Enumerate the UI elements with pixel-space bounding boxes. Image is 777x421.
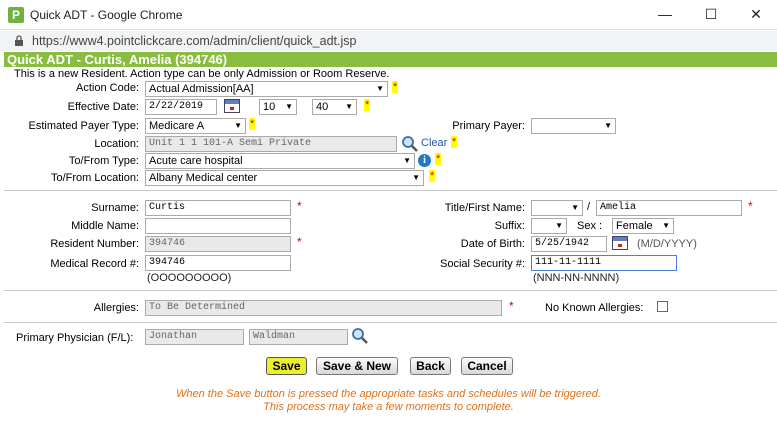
chevron-down-icon: ▼ bbox=[285, 102, 293, 111]
required-marker: * bbox=[364, 99, 371, 111]
chevron-down-icon: ▼ bbox=[662, 221, 670, 230]
chevron-down-icon: ▼ bbox=[403, 156, 411, 165]
to-from-location-label: To/From Location: bbox=[50, 172, 139, 184]
name-separator: / bbox=[587, 201, 591, 213]
payer-type-select[interactable]: Medicare A ▼ bbox=[145, 118, 246, 134]
section-divider bbox=[4, 290, 777, 291]
to-from-type-value: Acute care hospital bbox=[149, 155, 243, 167]
physician-first-name-input: Jonathan bbox=[145, 329, 244, 345]
required-marker: * bbox=[435, 153, 442, 165]
to-from-location-select[interactable]: Albany Medical center ▼ bbox=[145, 170, 424, 186]
save-notice-line-2: This process may take a few moments to c… bbox=[263, 401, 514, 413]
payer-type-value: Medicare A bbox=[149, 120, 205, 132]
location-input: Unit 1 1 101-A Semi Private bbox=[145, 136, 397, 152]
close-icon[interactable]: ✕ bbox=[746, 4, 766, 24]
ssn-format-hint: (NNN-NN-NNNN) bbox=[533, 272, 620, 284]
app-icon: P bbox=[8, 7, 24, 23]
physician-last-name-input: Waldman bbox=[249, 329, 348, 345]
to-from-type-select[interactable]: Acute care hospital ▼ bbox=[145, 153, 415, 169]
required-marker: * bbox=[451, 136, 458, 148]
section-divider bbox=[4, 190, 777, 191]
resident-notice: This is a new Resident. Action type can … bbox=[14, 68, 390, 80]
chevron-down-icon: ▼ bbox=[376, 84, 384, 93]
save-and-new-button[interactable]: Save & New bbox=[316, 357, 398, 375]
no-known-allergies-checkbox[interactable] bbox=[657, 301, 668, 312]
page-title: Quick ADT - Curtis, Amelia (394746) bbox=[4, 52, 777, 67]
no-known-allergies-label: No Known Allergies: bbox=[545, 302, 644, 314]
save-button[interactable]: Save bbox=[266, 357, 307, 375]
action-code-select[interactable]: Actual Admission[AA] ▼ bbox=[145, 81, 388, 97]
url-text[interactable]: https://www4.pointclickcare.com/admin/cl… bbox=[32, 34, 356, 48]
medical-record-format-hint: (OOOOOOOOO) bbox=[147, 272, 232, 284]
chevron-down-icon: ▼ bbox=[412, 173, 420, 182]
allergies-input: To Be Determined bbox=[145, 300, 502, 316]
ssn-label: Social Security #: bbox=[440, 258, 525, 270]
chevron-down-icon: ▼ bbox=[234, 121, 242, 130]
sex-label: Sex : bbox=[577, 220, 603, 232]
effective-date-input[interactable]: 2/22/2019 bbox=[145, 99, 217, 115]
dob-input[interactable]: 5/25/1942 bbox=[531, 236, 607, 252]
lock-icon bbox=[15, 35, 23, 46]
effective-minute-value: 40 bbox=[316, 101, 329, 113]
effective-minute-select[interactable]: 40 ▼ bbox=[312, 99, 357, 115]
maximize-icon[interactable]: ☐ bbox=[701, 4, 721, 24]
middle-name-label: Middle Name: bbox=[71, 220, 139, 232]
calendar-icon[interactable] bbox=[224, 99, 240, 113]
medical-record-input[interactable]: 394746 bbox=[145, 255, 291, 271]
title-select[interactable]: ▼ bbox=[531, 200, 583, 216]
resident-number-input: 394746 bbox=[145, 236, 291, 252]
required-marker: * bbox=[509, 299, 514, 313]
suffix-select[interactable]: ▼ bbox=[531, 218, 567, 234]
required-marker: * bbox=[429, 170, 436, 182]
medical-record-label: Medical Record #: bbox=[50, 258, 139, 270]
primary-payer-label: Primary Payer: bbox=[452, 120, 525, 132]
search-icon[interactable] bbox=[351, 327, 369, 345]
effective-hour-select[interactable]: 10 ▼ bbox=[259, 99, 297, 115]
primary-payer-select[interactable]: ▼ bbox=[531, 118, 616, 134]
info-icon[interactable]: i bbox=[418, 154, 431, 167]
window-title: Quick ADT - Google Chrome bbox=[30, 8, 183, 22]
sex-select[interactable]: Female ▼ bbox=[612, 218, 674, 234]
action-code-label: Action Code: bbox=[76, 82, 139, 94]
minimize-icon[interactable]: — bbox=[655, 4, 675, 24]
dob-label: Date of Birth: bbox=[460, 238, 525, 250]
dob-format-hint: (M/D/YYYY) bbox=[637, 238, 697, 250]
required-marker: * bbox=[392, 81, 399, 93]
clear-location-link[interactable]: Clear bbox=[421, 137, 447, 149]
action-code-value: Actual Admission[AA] bbox=[149, 83, 254, 95]
to-from-type-label: To/From Type: bbox=[68, 155, 139, 167]
calendar-icon[interactable] bbox=[612, 236, 628, 250]
middle-name-input[interactable] bbox=[145, 218, 291, 234]
sex-value: Female bbox=[616, 220, 653, 232]
chevron-down-icon: ▼ bbox=[571, 203, 579, 212]
chevron-down-icon: ▼ bbox=[604, 121, 612, 130]
search-icon[interactable] bbox=[401, 135, 419, 153]
required-marker: * bbox=[297, 199, 302, 213]
to-from-location-value: Albany Medical center bbox=[149, 172, 258, 184]
section-divider bbox=[4, 322, 777, 323]
ssn-input[interactable]: 111-11-1111 bbox=[531, 255, 677, 271]
first-name-input[interactable]: Amelia bbox=[596, 200, 742, 216]
cancel-button[interactable]: Cancel bbox=[461, 357, 513, 375]
chevron-down-icon: ▼ bbox=[345, 102, 353, 111]
location-label: Location: bbox=[94, 138, 139, 150]
suffix-label: Suffix: bbox=[494, 220, 525, 232]
required-marker: * bbox=[249, 118, 256, 130]
chevron-down-icon: ▼ bbox=[555, 221, 563, 230]
payer-type-label: Estimated Payer Type: bbox=[28, 120, 139, 132]
required-marker: * bbox=[748, 199, 753, 213]
effective-hour-value: 10 bbox=[263, 101, 276, 113]
required-marker: * bbox=[297, 235, 302, 249]
surname-label: Surname: bbox=[91, 202, 139, 214]
back-button[interactable]: Back bbox=[410, 357, 451, 375]
resident-number-label: Resident Number: bbox=[50, 238, 139, 250]
title-first-name-label: Title/First Name: bbox=[444, 202, 525, 214]
surname-input[interactable]: Curtis bbox=[145, 200, 291, 216]
allergies-label: Allergies: bbox=[93, 302, 139, 314]
save-notice-line-1: When the Save button is pressed the appr… bbox=[176, 388, 601, 400]
effective-date-label: Effective Date: bbox=[67, 101, 139, 113]
primary-physician-label: Primary Physician (F/L): bbox=[16, 332, 134, 344]
